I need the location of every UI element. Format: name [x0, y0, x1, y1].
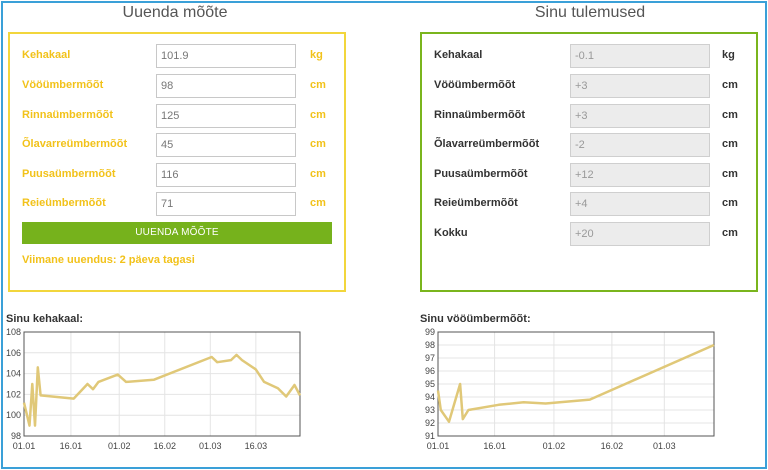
x-tick-label: 16.03 — [245, 441, 268, 451]
y-tick-label: 93 — [425, 405, 435, 415]
y-tick-label: 108 — [6, 327, 21, 337]
result-arm-unit: cm — [722, 138, 738, 150]
result-waist-value: +3 — [570, 74, 710, 98]
waist-chart: 91 92 93 94 95 96 97 98 99 01.01 16.01 01.02 16.02 01… — [425, 327, 715, 451]
arm-input[interactable]: 45 — [156, 133, 296, 157]
y-tick-label: 100 — [6, 410, 21, 420]
x-tick-label: 01.01 — [13, 441, 36, 451]
row-hip: Puusaümbermõõt 116 cm — [10, 163, 344, 187]
y-tick-label: 104 — [6, 369, 21, 379]
result-row-hip: Puusaümbermõõt +12 cm — [422, 163, 756, 187]
x-tick-label: 01.01 — [427, 441, 450, 451]
y-tick-label: 97 — [425, 353, 435, 363]
x-tick-label: 01.02 — [108, 441, 131, 451]
waist-chart-title: Sinu vööümbermõõt: — [420, 313, 531, 325]
row-waist: Vööümbermõõt 98 cm — [10, 74, 344, 98]
chest-input[interactable]: 125 — [156, 104, 296, 128]
result-weight-unit: kg — [722, 49, 735, 61]
y-tick-label: 98 — [425, 340, 435, 350]
result-row-total: Kokku +20 cm — [422, 222, 756, 246]
result-hip-label: Puusaümbermõõt — [434, 168, 528, 180]
result-total-label: Kokku — [434, 227, 468, 239]
y-tick-label: 99 — [425, 327, 435, 337]
y-tick-label: 95 — [425, 379, 435, 389]
x-tick-label: 16.02 — [153, 441, 176, 451]
hip-input[interactable]: 116 — [156, 163, 296, 187]
result-chest-label: Rinnaümbermõõt — [434, 109, 526, 121]
result-total-value: +20 — [570, 222, 710, 246]
arm-unit: cm — [310, 138, 326, 150]
weight-chart-title: Sinu kehakaal: — [6, 313, 84, 325]
result-row-chest: Rinnaümbermõõt +3 cm — [422, 104, 756, 128]
hip-unit: cm — [310, 168, 326, 180]
weight-chart: 98 100 102 104 106 108 01.01 16.01 01.02 16.02 01.… — [6, 327, 302, 451]
row-thigh: Reieümbermõõt 71 cm — [10, 192, 344, 216]
y-tick-label: 106 — [6, 348, 21, 358]
weight-label: Kehakaal — [22, 49, 71, 61]
result-total-unit: cm — [722, 227, 738, 239]
x-tick-label: 16.01 — [483, 441, 506, 451]
result-row-arm: Õlavarreümbermõõt -2 cm — [422, 133, 756, 157]
update-measurements-title: Uuenda mõõte — [122, 4, 228, 21]
row-chest: Rinnaümbermõõt 125 cm — [10, 104, 344, 128]
result-arm-value: -2 — [570, 133, 710, 157]
y-tick-label: 98 — [11, 431, 21, 441]
result-hip-unit: cm — [722, 168, 738, 180]
y-tick-label: 92 — [425, 418, 435, 428]
result-row-weight: Kehakaal -0.1 kg — [422, 44, 756, 68]
y-tick-label: 102 — [6, 389, 21, 399]
result-chest-unit: cm — [722, 109, 738, 121]
result-waist-unit: cm — [722, 79, 738, 91]
result-waist-label: Vööümbermõõt — [434, 79, 516, 91]
result-thigh-unit: cm — [722, 197, 738, 209]
plot-frame — [23, 331, 301, 437]
waist-input[interactable]: 98 — [156, 74, 296, 98]
last-update-text: Viimane uuendus: 2 päeva tagasi — [22, 254, 195, 266]
y-tick-label: 94 — [425, 392, 435, 402]
result-chest-value: +3 — [570, 104, 710, 128]
result-thigh-value: +4 — [570, 192, 710, 216]
thigh-label: Reieümbermõõt — [22, 197, 106, 209]
x-tick-label: 16.02 — [601, 441, 624, 451]
x-tick-label: 16.01 — [60, 441, 83, 451]
y-tick-label: 91 — [425, 431, 435, 441]
row-weight: Kehakaal 101.9 kg — [10, 44, 344, 68]
hip-label: Puusaümbermõõt — [22, 168, 116, 180]
update-measurements-button[interactable]: UUENDA MÕÕTE — [22, 222, 332, 244]
waist-unit: cm — [310, 79, 326, 91]
arm-label: Õlavarreümbermõõt — [22, 138, 128, 150]
thigh-unit: cm — [310, 197, 326, 209]
thigh-input[interactable]: 71 — [156, 192, 296, 216]
weight-input[interactable]: 101.9 — [156, 44, 296, 68]
result-row-thigh: Reieümbermõõt +4 cm — [422, 192, 756, 216]
result-thigh-label: Reieümbermõõt — [434, 197, 518, 209]
result-weight-value: -0.1 — [570, 44, 710, 68]
weight-unit: kg — [310, 49, 323, 61]
result-hip-value: +12 — [570, 163, 710, 187]
result-row-waist: Vööümbermõõt +3 cm — [422, 74, 756, 98]
chest-label: Rinnaümbermõõt — [22, 109, 114, 121]
result-arm-label: Õlavarreümbermõõt — [434, 138, 540, 150]
update-measurements-panel: Kehakaal 101.9 kg Vööümbermõõt 98 cm Rin… — [8, 32, 346, 292]
result-weight-label: Kehakaal — [434, 49, 483, 61]
results-title: Sinu tulemused — [534, 4, 646, 21]
x-tick-label: 01.02 — [543, 441, 566, 451]
x-tick-label: 01.03 — [199, 441, 222, 451]
chest-unit: cm — [310, 109, 326, 121]
x-tick-label: 01.03 — [653, 441, 676, 451]
row-arm: Õlavarreümbermõõt 45 cm — [10, 133, 344, 157]
results-panel: Kehakaal -0.1 kg Vööümbermõõt +3 cm Rinn… — [420, 32, 758, 292]
waist-label: Vööümbermõõt — [22, 79, 104, 91]
y-tick-label: 96 — [425, 366, 435, 376]
